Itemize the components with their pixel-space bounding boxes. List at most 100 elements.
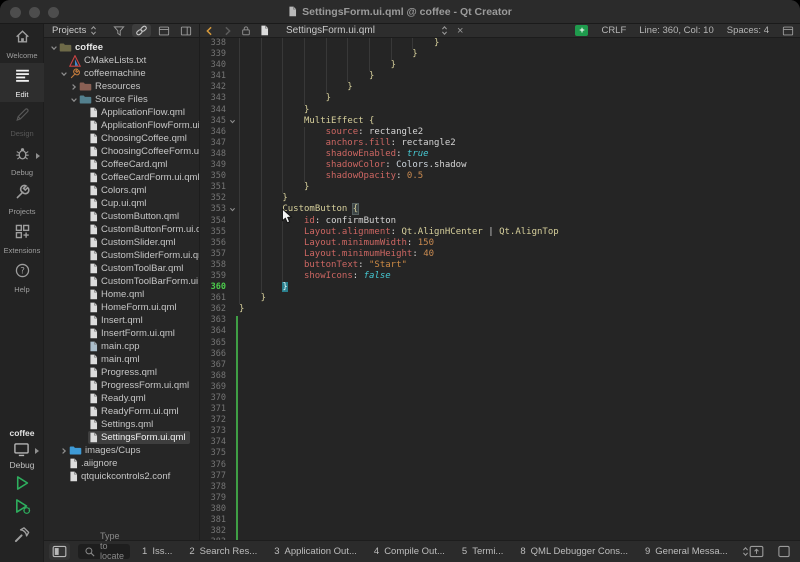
tree-item-cup-ui-qml[interactable]: Cup.ui.qml (44, 197, 199, 210)
tree-item-homeform-ui-qml[interactable]: HomeForm.ui.qml (44, 301, 199, 314)
code-line-378[interactable]: 378 (200, 482, 800, 493)
line-number[interactable]: 372 (200, 415, 226, 426)
line-number[interactable]: 377 (200, 471, 226, 482)
line-number[interactable]: 354 (200, 216, 226, 227)
line-number[interactable]: 369 (200, 382, 226, 393)
line-number[interactable]: 364 (200, 326, 226, 337)
locator-input[interactable]: Type to locate (⌘K) (78, 544, 130, 559)
code-line-362[interactable]: 362} (200, 304, 800, 315)
close-window-button[interactable] (10, 7, 21, 18)
pane-select-updown-icon[interactable] (90, 25, 97, 36)
mode-item-help[interactable]: ?Help (0, 258, 44, 297)
chevron-right-icon[interactable] (69, 83, 78, 91)
sync-with-editor-link-icon[interactable] (132, 24, 151, 37)
output-pane-button-5[interactable]: 5Termi... (462, 546, 503, 557)
code-line-359[interactable]: 359showIcons: false (200, 271, 800, 282)
tree-item-images-cups[interactable]: images/Cups (44, 444, 199, 457)
line-number[interactable]: 358 (200, 260, 226, 271)
code-line-367[interactable]: 367 (200, 360, 800, 371)
code-line-376[interactable]: 376 (200, 460, 800, 471)
chevron-down-icon[interactable] (69, 96, 78, 104)
mode-item-welcome[interactable]: Welcome (0, 24, 44, 63)
code-line-366[interactable]: 366 (200, 349, 800, 360)
code-line-351[interactable]: 351} (200, 182, 800, 193)
tree-item-choosingcoffeeform-ui-qml[interactable]: ChoosingCoffeeForm.ui.qml (44, 145, 199, 158)
fold-marker-icon[interactable] (226, 204, 239, 215)
line-number[interactable]: 357 (200, 249, 226, 260)
code-line-368[interactable]: 368 (200, 371, 800, 382)
line-number[interactable]: 339 (200, 49, 226, 60)
line-number[interactable]: 351 (200, 182, 226, 193)
open-document-name[interactable]: SettingsForm.ui.qml (286, 25, 432, 36)
tree-item-customslider-qml[interactable]: CustomSlider.qml (44, 236, 199, 249)
fold-marker-icon[interactable] (226, 116, 239, 127)
tree-item-coffeemachine[interactable]: coffeemachine (44, 67, 199, 80)
tree-item-ready-qml[interactable]: Ready.qml (44, 392, 199, 405)
line-number[interactable]: 382 (200, 526, 226, 537)
tree-item-settings-qml[interactable]: Settings.qml (44, 418, 199, 431)
code-line-341[interactable]: 341} (200, 71, 800, 82)
code-line-382[interactable]: 382 (200, 526, 800, 537)
tree-item-colors-qml[interactable]: Colors.qml (44, 184, 199, 197)
output-pane-button-1[interactable]: 1Iss... (142, 546, 172, 557)
line-number[interactable]: 344 (200, 105, 226, 116)
line-number[interactable]: 348 (200, 149, 226, 160)
right-sidebar-toggle-icon[interactable] (777, 545, 791, 558)
code-line-365[interactable]: 365 (200, 338, 800, 349)
indentation-selector[interactable]: Spaces: 4 (727, 25, 769, 36)
code-line-358[interactable]: 358buttonText: "Start" (200, 260, 800, 271)
code-line-375[interactable]: 375 (200, 448, 800, 459)
tree-item-progress-qml[interactable]: Progress.qml (44, 366, 199, 379)
tree-item-progressform-ui-qml[interactable]: ProgressForm.ui.qml (44, 379, 199, 392)
tree-item-readyform-ui-qml[interactable]: ReadyForm.ui.qml (44, 405, 199, 418)
tree-item-coffee[interactable]: coffee (44, 41, 199, 54)
line-number[interactable]: 349 (200, 160, 226, 171)
code-line-381[interactable]: 381 (200, 515, 800, 526)
code-line-342[interactable]: 342} (200, 82, 800, 93)
line-number[interactable]: 347 (200, 138, 226, 149)
line-number[interactable]: 378 (200, 482, 226, 493)
tree-item-qtquickcontrols2-conf[interactable]: qtquickcontrols2.conf (44, 470, 199, 483)
chevron-down-icon[interactable] (59, 70, 68, 78)
code-line-371[interactable]: 371 (200, 404, 800, 415)
code-line-343[interactable]: 343} (200, 93, 800, 104)
filter-icon[interactable] (110, 25, 128, 37)
output-pane-button-3[interactable]: 3Application Out... (274, 546, 357, 557)
code-line-370[interactable]: 370 (200, 393, 800, 404)
line-number[interactable]: 345 (200, 116, 226, 127)
build-button[interactable] (13, 526, 31, 544)
line-number[interactable]: 346 (200, 127, 226, 138)
output-pane-button-9[interactable]: 9General Messa... (645, 546, 728, 557)
code-line-369[interactable]: 369 (200, 382, 800, 393)
code-line-350[interactable]: 350shadowOpacity: 0.5 (200, 171, 800, 182)
line-number[interactable]: 366 (200, 349, 226, 360)
current-line-number[interactable]: 360 (200, 282, 226, 293)
maximize-window-button[interactable] (48, 7, 59, 18)
tree-item-customtoolbar-qml[interactable]: CustomToolBar.qml (44, 262, 199, 275)
code-line-377[interactable]: 377 (200, 471, 800, 482)
code-line-349[interactable]: 349shadowColor: Colors.shadow (200, 160, 800, 171)
line-number[interactable]: 342 (200, 82, 226, 93)
tree-item-insertform-ui-qml[interactable]: InsertForm.ui.qml (44, 327, 199, 340)
line-number[interactable]: 338 (200, 38, 226, 49)
tree-item-insert-qml[interactable]: Insert.qml (44, 314, 199, 327)
navigate-forward-icon[interactable] (223, 26, 232, 36)
line-number[interactable]: 375 (200, 448, 226, 459)
line-number[interactable]: 374 (200, 437, 226, 448)
line-number[interactable]: 343 (200, 93, 226, 104)
line-number[interactable]: 350 (200, 171, 226, 182)
tree-item-source-files[interactable]: Source Files (44, 93, 199, 106)
line-number[interactable]: 373 (200, 426, 226, 437)
mode-item-debug[interactable]: Debug (0, 141, 44, 180)
dock-pane-icon[interactable] (155, 25, 173, 37)
close-document-icon[interactable]: × (457, 26, 463, 36)
chevron-down-icon[interactable] (49, 44, 58, 52)
line-number[interactable]: 380 (200, 504, 226, 515)
mode-item-edit[interactable]: Edit (0, 63, 44, 102)
code-line-347[interactable]: 347anchors.fill: rectangle2 (200, 138, 800, 149)
tree-item-customtoolbarform-ui-qml[interactable]: CustomToolBarForm.ui.qml (44, 275, 199, 288)
tree-item-home-qml[interactable]: Home.qml (44, 288, 199, 301)
line-number[interactable]: 371 (200, 404, 226, 415)
line-number[interactable]: 363 (200, 315, 226, 326)
tree-item-custombuttonform-ui-qml[interactable]: CustomButtonForm.ui.qml (44, 223, 199, 236)
